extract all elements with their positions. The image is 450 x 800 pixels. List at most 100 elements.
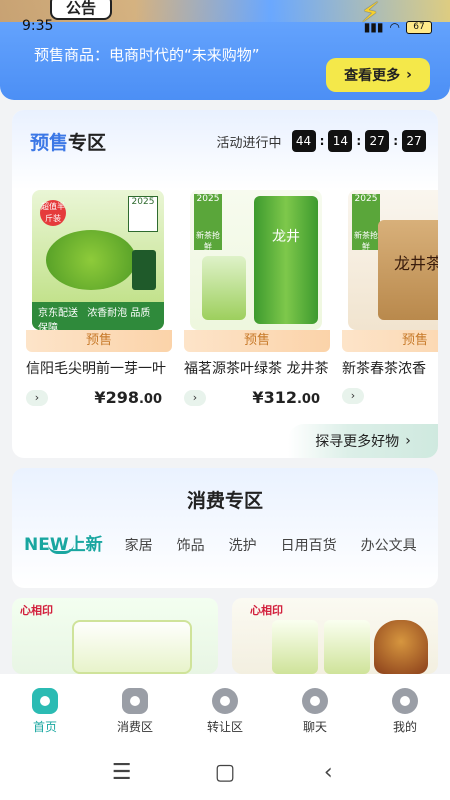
view-more-button[interactable]: 查看更多 › xyxy=(326,58,430,92)
presale-title: 预售专区 xyxy=(30,128,106,155)
tissue-image xyxy=(72,620,192,674)
consume-section: 消费专区 NEW上新 家居 饰品 洗护 日用百货 办公文具 xyxy=(12,468,438,588)
signal-icon: ▮▮▮ xyxy=(363,20,384,34)
product-tag: 京东配送 浓香耐泡 品质保障 xyxy=(32,302,164,330)
presale-label: 预售 xyxy=(26,330,172,352)
status-icons: ▮▮▮ ◠ 67 xyxy=(364,20,432,34)
nav-consume[interactable]: 消费区 xyxy=(100,688,170,744)
product-badge: 新茶抢鲜 xyxy=(194,230,222,251)
product-badge: 新茶抢鲜 xyxy=(352,230,380,251)
nav-chat-label: 聊天 xyxy=(302,720,327,734)
presale-product-list: 超值半斤装 2025 京东配送 浓香耐泡 品质保障 预售 信阳毛尖明前一芽一叶 … xyxy=(26,190,438,410)
chevron-right-icon: › xyxy=(406,67,412,83)
product-card[interactable]: 心相印 xyxy=(12,598,218,674)
chevron-right-icon[interactable]: › xyxy=(184,389,206,406)
menu-icon[interactable]: ☰ xyxy=(102,760,142,785)
countdown-seconds: 27 xyxy=(365,130,390,152)
product-tag-line1: 京东配送 xyxy=(38,308,78,319)
nav-profile[interactable]: 我的 xyxy=(370,688,440,744)
product-card[interactable]: 2025 新茶抢鲜 龙井茶 预售 新茶春茶浓香 › xyxy=(342,190,438,404)
brand-logo: 心相印 xyxy=(250,604,283,617)
brand-logo: 心相印 xyxy=(20,604,53,617)
status-bar: 9:35 ▮▮▮ ◠ 67 xyxy=(0,18,450,40)
price-dec: .00 xyxy=(138,392,162,407)
tea-box-image xyxy=(132,250,156,290)
status-time: 9:35 xyxy=(22,18,54,34)
view-more-label: 查看更多 xyxy=(344,68,401,84)
consume-product-grid: 心相印 心相印 xyxy=(12,598,438,674)
notice-banner[interactable]: 公告 ⚡ 9:35 ▮▮▮ ◠ 67 预售商品：电商时代的“未来购物” 查看更多… xyxy=(0,0,450,100)
notice-tag: 公告 xyxy=(50,0,112,20)
nav-home[interactable]: 首页 xyxy=(10,688,80,744)
countdown-separator: : xyxy=(393,134,398,148)
tab-office-supplies[interactable]: 办公文具 xyxy=(361,535,417,555)
tab-daily-goods[interactable]: 日用百货 xyxy=(281,535,337,555)
bag-icon xyxy=(122,688,148,714)
countdown-separator: : xyxy=(356,134,362,148)
profile-icon xyxy=(392,688,418,714)
product-name: 新茶春茶浓香 xyxy=(342,361,426,377)
chevron-right-icon: › xyxy=(405,433,411,449)
nav-profile-label: 我的 xyxy=(392,720,417,734)
chevron-right-icon[interactable]: › xyxy=(342,388,364,404)
product-card[interactable]: 心相印 xyxy=(232,598,438,674)
price-int: 312 xyxy=(263,388,297,407)
product-card[interactable]: 2025 新茶抢鲜 龙井 预售 福茗源茶叶绿茶 龙井茶 › ¥312.00 xyxy=(184,190,330,407)
countdown-label: 活动进行中 xyxy=(216,135,282,151)
presale-label: 预售 xyxy=(184,330,330,352)
tea-can-image: 龙井 xyxy=(254,196,318,324)
nav-consume-label: 消费区 xyxy=(116,720,153,734)
tab-wash-care[interactable]: 洗护 xyxy=(229,535,257,555)
tea-glass-image xyxy=(202,256,246,320)
presale-label: 预售 xyxy=(342,330,438,352)
product-image: 2025 新茶抢鲜 龙井茶 xyxy=(348,190,438,330)
countdown-minutes: 14 xyxy=(328,130,353,152)
product-bottom: › ¥298.00 xyxy=(26,388,162,407)
product-card[interactable]: 超值半斤装 2025 京东配送 浓香耐泡 品质保障 预售 信阳毛尖明前一芽一叶 … xyxy=(26,190,172,407)
product-year: 2025 xyxy=(128,196,158,232)
jar-image xyxy=(374,620,428,674)
home-icon xyxy=(32,688,58,714)
bottom-nav: 首页 消费区 转让区 聊天 我的 xyxy=(0,674,450,744)
back-icon[interactable]: ‹ xyxy=(308,760,348,785)
product-name: 信阳毛尖明前一芽一叶 xyxy=(26,361,166,377)
wifi-icon: ◠ xyxy=(389,20,400,34)
nav-transfer[interactable]: 转让区 xyxy=(190,688,260,744)
product-name: 福茗源茶叶绿茶 龙井茶 xyxy=(184,361,328,377)
system-nav-bar: ☰ ▢ ‹ xyxy=(0,744,450,800)
presale-section: 预售专区 活动进行中 44 : 14 : 27 : 27 超值半斤装 2025 … xyxy=(12,110,438,458)
battery-icon: 67 xyxy=(406,20,432,34)
product-year: 2025 xyxy=(352,194,380,230)
product-image: 超值半斤装 2025 京东配送 浓香耐泡 品质保障 xyxy=(32,190,164,330)
product-year: 2025 xyxy=(194,194,222,230)
product-price: ¥298.00 xyxy=(94,388,162,407)
price-int: 298 xyxy=(105,388,139,407)
countdown-separator: : xyxy=(319,134,325,148)
explore-more-label: 探寻更多好物 xyxy=(315,434,400,450)
notice-text: 预售商品：电商时代的“未来购物” xyxy=(34,46,260,64)
tea-leaves-image xyxy=(46,230,136,290)
price-dec: .00 xyxy=(296,392,320,407)
countdown-hours: 44 xyxy=(291,130,316,152)
product-price: ¥312.00 xyxy=(252,388,320,407)
tea-bag-image: 龙井茶 xyxy=(378,220,438,320)
countdown-ms: 27 xyxy=(402,130,426,152)
tab-accessories[interactable]: 饰品 xyxy=(177,535,205,555)
chevron-right-icon[interactable]: › xyxy=(26,389,48,406)
home-button-icon[interactable]: ▢ xyxy=(205,760,245,785)
chat-icon xyxy=(302,688,328,714)
consume-title: 消费专区 xyxy=(186,490,263,512)
tab-home[interactable]: 家居 xyxy=(125,535,153,555)
presale-title-rest: 专区 xyxy=(68,132,107,154)
product-bottom: › xyxy=(342,388,438,404)
nav-transfer-label: 转让区 xyxy=(206,720,243,734)
nav-chat[interactable]: 聊天 xyxy=(280,688,350,744)
product-badge: 超值半斤装 xyxy=(40,200,66,226)
app-screen: 公告 ⚡ 9:35 ▮▮▮ ◠ 67 预售商品：电商时代的“未来购物” 查看更多… xyxy=(0,0,450,800)
explore-more-button[interactable]: 探寻更多好物 › xyxy=(288,424,438,458)
presale-title-highlight: 预售 xyxy=(30,132,69,154)
nav-home-label: 首页 xyxy=(32,720,57,734)
transfer-icon xyxy=(212,688,238,714)
toilet-roll-image xyxy=(272,620,318,674)
toilet-roll-image xyxy=(324,620,370,674)
